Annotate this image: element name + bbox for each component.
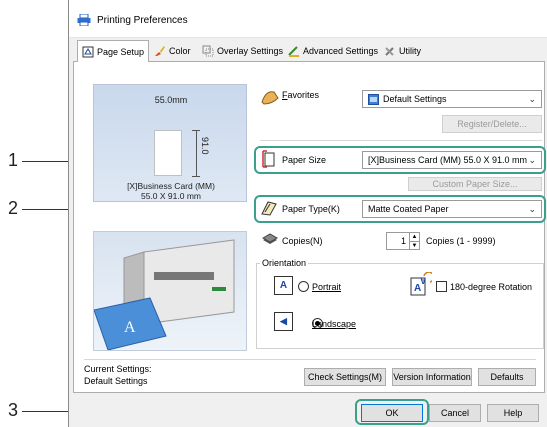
tab-page-setup[interactable]: Page Setup — [77, 40, 150, 62]
paper-size-select[interactable]: [X]Business Card (MM) 55.0 X 91.0 mm ⌄ — [362, 151, 542, 169]
preview-width-label: 55.0mm — [154, 95, 188, 105]
copies-icon — [262, 233, 278, 244]
current-settings-label: Current Settings: — [84, 364, 152, 374]
register-delete-button[interactable]: Register/Delete... — [442, 115, 542, 133]
defaults-button[interactable]: Defaults — [478, 368, 536, 386]
favorites-label-rest: avorites — [287, 90, 320, 100]
copies-label: Copies(N) — [282, 236, 323, 246]
rotate-180-icon: A A — [410, 272, 432, 296]
rotate-180-label: 180-degree Rotation — [450, 282, 533, 292]
callout-number-1: 1 — [8, 150, 19, 170]
tab-color[interactable]: Color — [149, 41, 196, 61]
tab-advanced-settings[interactable]: Advanced Settings — [283, 41, 383, 61]
page-setup-icon — [82, 46, 94, 57]
settings-icon — [368, 93, 379, 105]
printer-card-image: A — [94, 239, 235, 350]
preview-paper-dimensions: 55.0 X 91.0 mm — [140, 191, 201, 201]
favorites-label: Favorites — [282, 90, 319, 100]
paper-size-icon — [262, 150, 275, 168]
printer-icon — [77, 14, 91, 26]
rotate-180-checkbox[interactable] — [436, 281, 447, 292]
preview-paper — [154, 130, 182, 176]
chevron-down-icon[interactable]: ⌄ — [528, 94, 536, 105]
callout-number-2: 2 — [8, 198, 19, 218]
tab-overlay-settings[interactable]: Overlay Settings — [197, 41, 288, 61]
copies-value: 1 — [400, 236, 406, 246]
paper-type-icon — [261, 201, 277, 216]
stepper-down-arrow[interactable]: ▼ — [409, 241, 419, 249]
preview-height-marker — [196, 130, 197, 176]
advanced-settings-icon — [288, 46, 299, 57]
check-settings-button[interactable]: Check Settings(M) — [304, 368, 386, 386]
window-title: Printing Preferences — [97, 15, 188, 26]
landscape-label: Landscape — [312, 319, 357, 329]
svg-text:A: A — [124, 319, 136, 336]
favorites-value: Default Settings — [383, 94, 447, 104]
paper-preview: 55.0mm 91.0 [X]Business Card (MM) 55.0 X… — [93, 84, 247, 202]
favorites-icon — [261, 91, 279, 105]
copies-stepper[interactable]: 1 ▲ ▼ — [386, 232, 420, 250]
preview-paper-name: [X]Business Card (MM) — [127, 181, 215, 191]
ok-button[interactable]: OK — [361, 404, 423, 422]
paper-type-label: Paper Type(K) — [282, 204, 340, 214]
cancel-button[interactable]: Cancel — [429, 404, 481, 422]
paper-size-value: [X]Business Card (MM) 55.0 X 91.0 mm — [368, 155, 528, 165]
divider — [84, 359, 536, 360]
favorites-select[interactable]: Default Settings ⌄ — [362, 90, 542, 108]
printer-illustration: A — [93, 231, 247, 351]
svg-text:A: A — [420, 276, 426, 285]
tab-label: Advanced Settings — [303, 46, 379, 56]
version-information-button[interactable]: Version Information — [392, 368, 472, 386]
copies-range-label: Copies (1 - 9999) — [426, 236, 496, 246]
help-button[interactable]: Help — [487, 404, 539, 422]
tab-utility[interactable]: Utility — [379, 41, 426, 61]
divider — [260, 140, 542, 141]
custom-paper-size-button[interactable]: Custom Paper Size... — [408, 177, 542, 191]
callout-number-3: 3 — [8, 400, 19, 420]
tab-label: Page Setup — [97, 46, 145, 57]
preview-height-marker-bottom — [192, 176, 200, 177]
paper-type-select[interactable]: Matte Coated Paper ⌄ — [362, 200, 542, 218]
preview-height-label: 91.0 — [200, 137, 210, 155]
page-setup-panel: 55.0mm 91.0 [X]Business Card (MM) 55.0 X… — [73, 61, 546, 393]
preview-height-marker-top — [192, 130, 200, 131]
paper-type-value: Matte Coated Paper — [368, 204, 449, 214]
current-settings-value: Default Settings — [84, 376, 148, 386]
chevron-down-icon[interactable]: ⌄ — [528, 204, 536, 215]
svg-text:A: A — [414, 283, 421, 294]
tab-label: Overlay Settings — [217, 46, 284, 56]
portrait-icon: A — [274, 276, 293, 295]
printing-preferences-window: Printing Preferences Page Setup Color Ov… — [68, 0, 547, 427]
orientation-group — [256, 263, 544, 349]
title-bar: Printing Preferences — [69, 0, 547, 38]
tab-label: Utility — [399, 46, 421, 56]
utility-icon — [385, 47, 394, 56]
color-brush-icon — [155, 46, 165, 56]
portrait-label: Portrait — [312, 282, 342, 292]
stepper-up-arrow[interactable]: ▲ — [409, 233, 419, 241]
tab-label: Color — [169, 46, 191, 56]
orientation-group-label: Orientation — [260, 258, 309, 268]
overlay-icon — [202, 45, 214, 57]
portrait-radio[interactable] — [298, 281, 309, 292]
landscape-icon: ◀ — [274, 312, 293, 331]
paper-size-label: Paper Size — [282, 155, 327, 165]
chevron-down-icon[interactable]: ⌄ — [528, 155, 536, 166]
